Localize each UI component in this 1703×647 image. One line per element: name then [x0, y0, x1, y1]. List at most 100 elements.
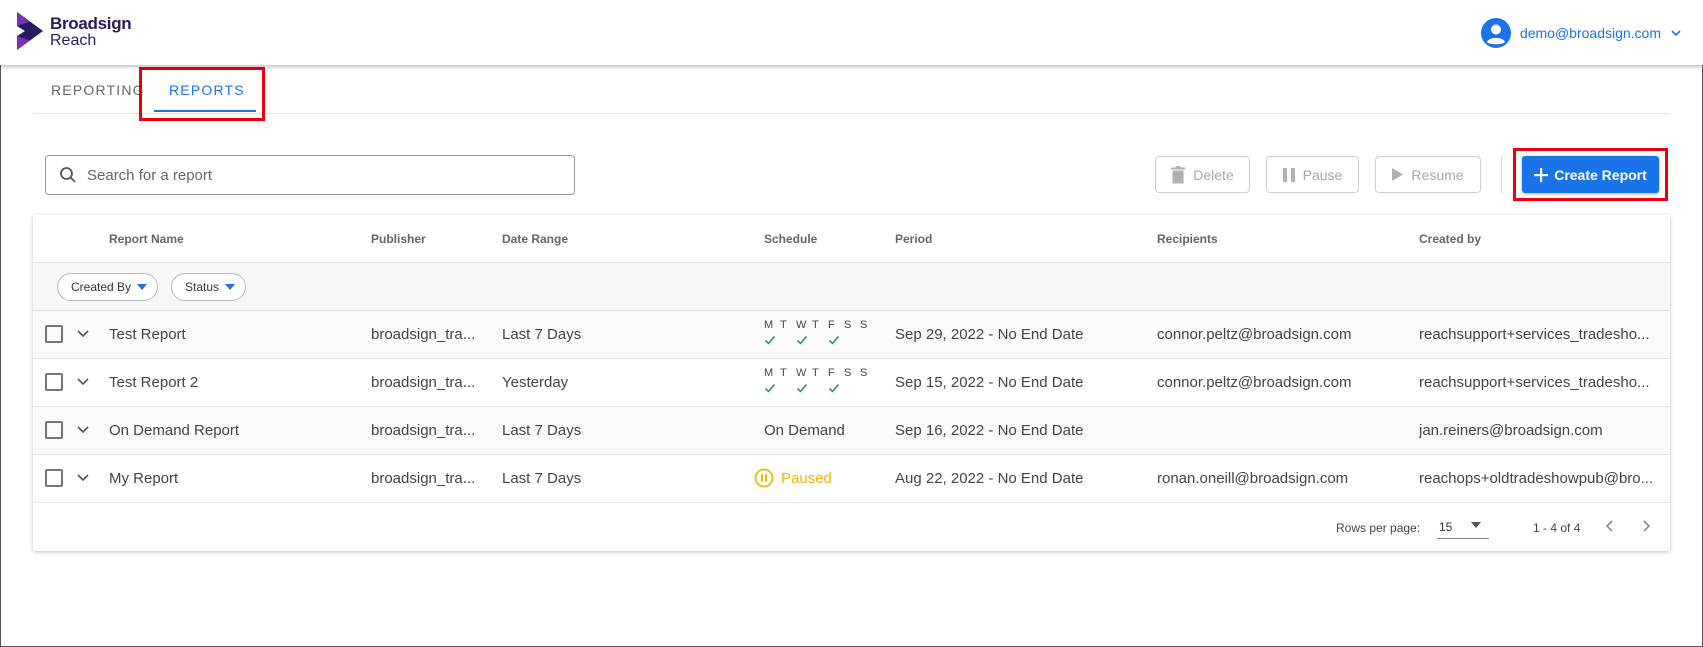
weekday-label: T — [812, 319, 819, 331]
publisher: broadsign_tra... — [371, 470, 476, 487]
column-header-created-by[interactable]: Created by — [1419, 232, 1481, 246]
pause-icon — [1282, 167, 1295, 182]
trash-icon — [1171, 165, 1186, 183]
search-field[interactable] — [45, 155, 575, 195]
check-icon — [764, 333, 780, 347]
table-row[interactable]: Test Report 2 broadsign_tra... Yesterday… — [33, 359, 1670, 407]
top-app-bar: Broadsign Reach demo@broadsign.com — [0, 0, 1703, 65]
table-row[interactable]: On Demand Report broadsign_tra... Last 7… — [33, 407, 1670, 455]
search-icon — [60, 167, 76, 183]
rows-per-page-value: 15 — [1439, 520, 1453, 534]
weekday-labels: M T W T F S S — [764, 367, 894, 379]
report-name[interactable]: Test Report — [109, 326, 359, 343]
period: Sep 29, 2022 - No End Date — [895, 326, 1084, 343]
column-header-schedule[interactable]: Schedule — [764, 232, 817, 246]
weekday-label: W — [796, 319, 807, 331]
play-icon — [1392, 168, 1404, 181]
date-range: Last 7 Days — [502, 422, 582, 439]
created-by: reachsupport+services_tradesho... — [1419, 374, 1650, 391]
column-header-report-name[interactable]: Report Name — [109, 232, 184, 246]
report-name[interactable]: Test Report 2 — [109, 374, 359, 391]
weekday-label: S — [860, 319, 868, 331]
expand-row-icon[interactable] — [75, 373, 91, 389]
row-checkbox[interactable] — [45, 469, 63, 487]
broadsign-logo-icon — [17, 12, 43, 50]
caret-down-icon — [137, 284, 148, 290]
chevron-down-icon — [1671, 30, 1681, 37]
date-range: Last 7 Days — [502, 470, 582, 487]
row-checkbox[interactable] — [45, 373, 63, 391]
weekday-labels: M T W T F S S — [764, 319, 894, 331]
schedule-weekdays: M T W T F S S — [764, 319, 894, 347]
weekday-label: W — [796, 367, 807, 379]
filter-status[interactable]: Status — [171, 273, 247, 301]
table-row[interactable]: My Report broadsign_tra... Last 7 Days P… — [33, 455, 1670, 503]
pause-button[interactable]: Pause — [1266, 156, 1359, 193]
create-report-highlight — [1513, 148, 1668, 201]
report-name[interactable]: On Demand Report — [109, 422, 359, 439]
weekday-label: F — [828, 367, 835, 379]
column-header-date-range[interactable]: Date Range — [502, 232, 568, 246]
previous-page-icon[interactable] — [1601, 517, 1619, 535]
check-icon — [764, 381, 780, 395]
weekday-empty — [812, 333, 828, 347]
resume-button-label: Resume — [1411, 166, 1464, 183]
weekday-empty — [844, 333, 860, 347]
check-icon — [828, 381, 844, 395]
weekday-label: T — [780, 367, 787, 379]
filter-created-by[interactable]: Created By — [57, 273, 159, 301]
expand-row-icon[interactable] — [75, 469, 91, 485]
user-menu[interactable]: demo@broadsign.com — [1480, 16, 1683, 50]
logo-name-line2: Reach — [50, 32, 97, 49]
table-pagination: Rows per page: 15 1 - 4 of 4 — [33, 503, 1670, 551]
column-header-recipients[interactable]: Recipients — [1157, 232, 1218, 246]
table-header: Report Name Publisher Date Range Schedul… — [33, 215, 1670, 263]
publisher: broadsign_tra... — [371, 326, 476, 343]
created-by: reachsupport+services_tradesho... — [1419, 326, 1650, 343]
delete-button[interactable]: Delete — [1155, 156, 1250, 193]
column-header-publisher[interactable]: Publisher — [371, 232, 426, 246]
weekday-label: M — [764, 367, 774, 379]
reports-table: Report Name Publisher Date Range Schedul… — [33, 215, 1670, 551]
account-circle-icon — [1480, 18, 1511, 48]
publisher: broadsign_tra... — [371, 374, 476, 391]
broadsign-reach-logo[interactable]: Broadsign Reach — [17, 12, 137, 52]
weekday-label: T — [812, 367, 819, 379]
next-page-icon[interactable] — [1637, 517, 1655, 535]
resume-button[interactable]: Resume — [1375, 156, 1481, 193]
weekday-checks — [764, 381, 894, 395]
row-checkbox[interactable] — [45, 325, 63, 343]
caret-down-icon — [225, 284, 236, 290]
weekday-label: T — [780, 319, 787, 331]
period: Sep 16, 2022 - No End Date — [895, 422, 1084, 439]
weekday-empty — [780, 333, 796, 347]
tab-reporting[interactable]: REPORTING — [51, 65, 145, 114]
weekday-empty — [812, 381, 828, 395]
row-checkbox[interactable] — [45, 421, 63, 439]
column-header-period[interactable]: Period — [895, 232, 932, 246]
weekday-checks — [764, 333, 894, 347]
delete-button-label: Delete — [1193, 166, 1234, 183]
check-icon — [796, 381, 812, 395]
date-range: Last 7 Days — [502, 326, 582, 343]
filter-status-label: Status — [185, 280, 220, 294]
schedule-weekdays: M T W T F S S — [764, 367, 894, 395]
weekday-label: M — [764, 319, 774, 331]
pause-circle-icon — [754, 468, 774, 488]
expand-row-icon[interactable] — [75, 421, 91, 437]
expand-row-icon[interactable] — [75, 325, 91, 341]
weekday-empty — [860, 381, 876, 395]
weekday-label: S — [844, 367, 852, 379]
report-name[interactable]: My Report — [109, 470, 359, 487]
created-by: jan.reiners@broadsign.com — [1419, 422, 1603, 439]
logo-name-line1: Broadsign — [50, 14, 132, 33]
rows-per-page-label: Rows per page: — [1336, 521, 1421, 535]
user-email: demo@broadsign.com — [1519, 25, 1661, 41]
publisher: broadsign_tra... — [371, 422, 476, 439]
rows-per-page-select[interactable]: 15 — [1437, 513, 1489, 539]
table-row[interactable]: Test Report broadsign_tra... Last 7 Days… — [33, 311, 1670, 359]
recipients: ronan.oneill@broadsign.com — [1157, 470, 1349, 487]
pause-button-label: Pause — [1302, 166, 1343, 183]
paused-status: Paused — [754, 468, 832, 488]
search-input[interactable] — [87, 166, 527, 184]
